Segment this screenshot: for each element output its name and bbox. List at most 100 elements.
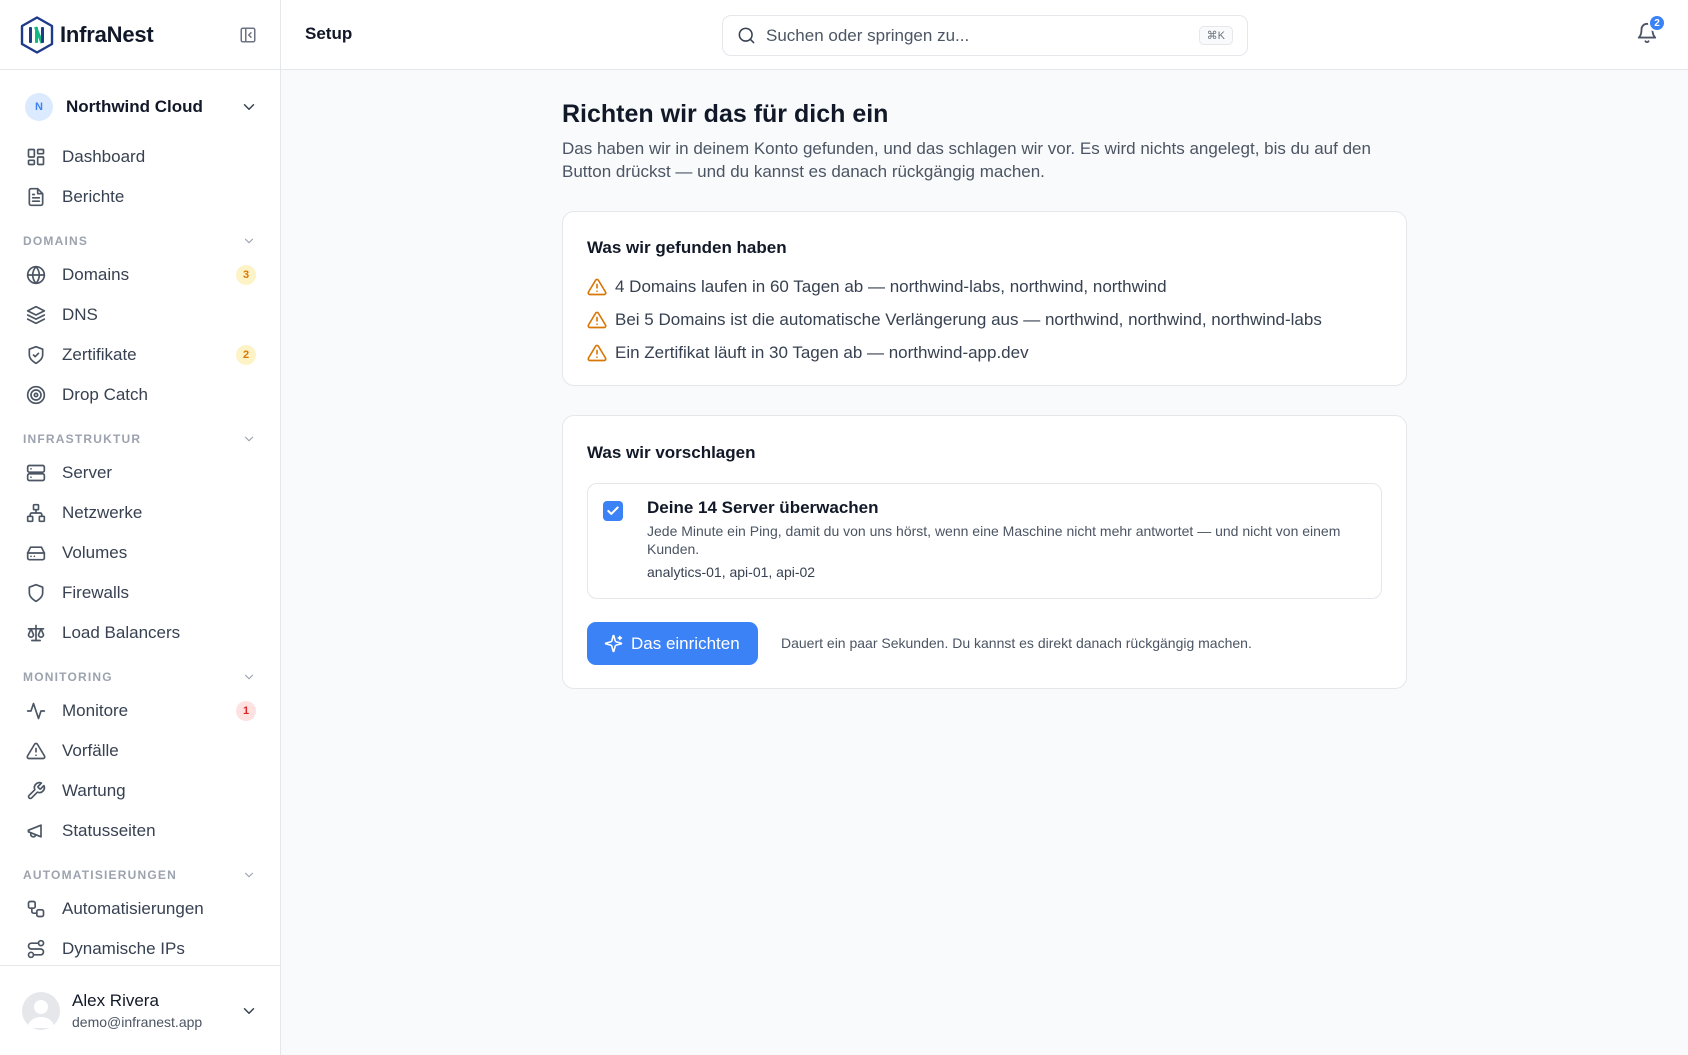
wrench-icon [27,781,46,800]
section-title: AUTOMATISIERUNGEN [23,868,177,882]
sidebar-item-domains[interactable]: Domains 3 [14,256,266,294]
sidebar-item-label: Berichte [62,187,125,206]
sidebar-panel-icon [240,27,256,42]
setup-description: Das haben wir in deinem Konto gefunden, … [562,139,1371,181]
section-title: INFRASTRUKTUR [23,432,142,446]
sidebar-item-netzwerke[interactable]: Netzwerke [14,494,266,532]
finding-text: Ein Zertifikat läuft in 30 Tagen ab — no… [615,342,1029,362]
activity-icon [26,702,46,720]
workflow-icon [27,900,45,918]
warning-icon [587,311,607,328]
sidebar-item-automatisierungen[interactable]: Automatisierungen [14,890,266,928]
dashboard-icon [27,148,45,166]
sidebar-item-label: Netzwerke [62,503,143,522]
setup-button-label: Das einrichten [631,633,740,653]
checkmark-icon [607,506,619,515]
collapse-sidebar-button[interactable] [236,23,260,47]
setup-title: Richten wir das für dich ein [562,100,889,128]
findings-list: 4 Domains laufen in 60 Tagen ab — northw… [587,270,1382,369]
route-icon [27,939,45,959]
keyboard-shortcut: ⌘K [1198,26,1233,45]
user-name: Alex Rivera [72,991,159,1010]
suggestion-title: Deine 14 Server überwachen [647,498,879,517]
sidebar-item-label: Monitore [62,701,129,720]
section-monitoring[interactable]: MONITORING [23,667,256,687]
sidebar-item-vorfaelle[interactable]: Vorfälle [14,732,266,770]
suggestion-hosts: analytics-01, api-01, api-02 [647,564,816,580]
setup-note: Dauert ein paar Sekunden. Du kannst es d… [781,635,1252,651]
megaphone-icon [27,824,42,838]
sidebar-item-label: Drop Catch [62,385,148,404]
sidebar-item-berichte[interactable]: Berichte [14,178,266,216]
alert-triangle-icon [26,742,46,760]
chevron-down-icon [244,674,254,680]
setup-header: Richten wir das für dich ein Das haben w… [562,100,1407,183]
chevron-down-icon [244,436,254,442]
sidebar-item-volumes[interactable]: Volumes [14,534,266,572]
sidebar-item-statusseiten[interactable]: Statusseiten [14,812,266,850]
suggestions-card: Was wir vorschlagen Deine 14 Server über… [562,415,1407,689]
sidebar-item-label: Load Balancers [62,623,181,642]
section-infrastruktur[interactable]: INFRASTRUKTUR [23,429,256,449]
org-switcher[interactable]: N Northwind Cloud [22,88,258,126]
sidebar-item-firewalls[interactable]: Firewalls [14,574,266,612]
count-badge: 1 [236,701,256,721]
chevron-down-icon [244,872,254,878]
sidebar-item-label: Automatisierungen [62,899,204,918]
shield-check-icon [28,345,44,365]
user-menu[interactable]: Alex Rivera demo@infranest.app [0,965,280,1055]
suggestions-title: Was wir vorschlagen [587,443,756,462]
sidebar-item-dynamische-ips[interactable]: Dynamische IPs [14,930,266,968]
sidebar-item-load-balancers[interactable]: Load Balancers [14,614,266,652]
sidebar-item-label: Zertifikate [62,345,137,364]
section-domains[interactable]: DOMAINS [23,231,256,251]
sidebar-item-label: Volumes [62,543,128,562]
brand-bar: InfraNest [0,0,280,70]
chevron-down-icon [243,104,255,110]
sidebar-item-dashboard[interactable]: Dashboard [14,138,266,176]
search-placeholder: Suchen oder springen zu... [766,25,970,45]
user-silhouette-icon [27,999,55,1028]
section-title: MONITORING [23,670,113,684]
setup-button[interactable]: Das einrichten [587,622,758,665]
section-automatisierungen[interactable]: AUTOMATISIERUNGEN [23,865,256,885]
sidebar-item-wartung[interactable]: Wartung [14,772,266,810]
sidebar-item-dns[interactable]: DNS [14,296,266,334]
finding-text: Bei 5 Domains ist die automatische Verlä… [615,309,1322,329]
sidebar-item-label: Dynamische IPs [62,939,185,958]
server-icon [26,464,46,482]
document-icon [28,187,44,207]
infranest-logo-icon [20,15,54,54]
sidebar-item-label: Dashboard [62,147,146,166]
sidebar-item-label: Vorfälle [62,741,119,760]
globe-icon [26,265,46,285]
sidebar-item-label: Wartung [62,781,126,800]
count-badge: 2 [236,345,256,365]
sidebar-item-drop-catch[interactable]: Drop Catch [14,376,266,414]
sidebar-item-label: Domains [62,265,130,284]
sidebar-item-label: Firewalls [62,583,130,602]
search-input[interactable]: Suchen oder springen zu... ⌘K [722,15,1248,56]
finding-text: 4 Domains laufen in 60 Tagen ab — northw… [615,276,1167,296]
hard-drive-icon [26,546,46,561]
topbar: Setup Suchen oder springen zu... ⌘K 2 [281,0,1688,70]
layers-icon [26,305,46,325]
org-avatar: N [25,93,53,121]
sidebar-item-server[interactable]: Server [14,454,266,492]
target-icon [26,385,46,405]
count-badge: 3 [236,265,256,285]
monitor-servers-checkbox[interactable] [603,501,623,521]
findings-title: Was wir gefunden haben [587,238,787,257]
shield-icon [28,583,44,603]
sidebar-item-monitore[interactable]: Monitore 1 [14,692,266,730]
search-icon [738,27,755,44]
section-title: DOMAINS [23,234,89,248]
sidebar-item-label: Statusseiten [62,821,156,840]
user-email: demo@infranest.app [72,1014,203,1030]
suggestion-option[interactable]: Deine 14 Server überwachen Jede Minute e… [587,483,1382,599]
sidebar-item-zertifikate[interactable]: Zertifikate 2 [14,336,266,374]
list-item: 4 Domains laufen in 60 Tagen ab — northw… [587,270,1382,303]
warning-icon [587,344,607,361]
brand-name: InfraNest [60,21,154,47]
sidebar-item-label: Server [62,463,113,482]
